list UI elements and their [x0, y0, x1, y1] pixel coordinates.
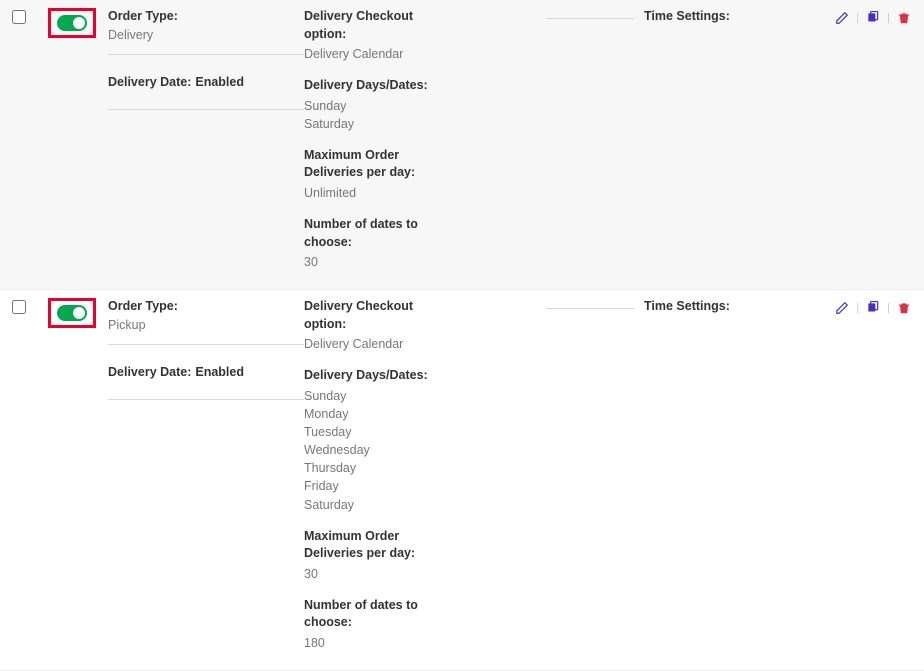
day: Monday	[304, 405, 434, 423]
delete-button[interactable]	[896, 10, 912, 26]
num-dates-value: 30	[304, 253, 434, 271]
delivery-date-label: Delivery Date:	[108, 74, 191, 92]
toggle-highlight-box	[48, 8, 96, 38]
row-select-checkbox[interactable]	[12, 10, 26, 24]
row-toggle-cell	[48, 8, 108, 271]
order-type-cell: Order Type: Delivery Delivery Date: Enab…	[108, 8, 304, 271]
delivery-date-label: Delivery Date:	[108, 364, 191, 382]
checkout-option-value: Delivery Calendar	[304, 335, 434, 353]
max-per-day-label: Maximum Order Deliveries per day:	[304, 528, 434, 563]
delivery-date-status: Enabled	[195, 73, 244, 91]
num-dates-value: 180	[304, 634, 434, 652]
row-toggle-cell	[48, 298, 108, 652]
day: Sunday	[304, 97, 434, 115]
action-separator: |	[887, 300, 890, 316]
schedule-row: Order Type: Pickup Delivery Date: Enable…	[0, 290, 924, 671]
max-per-day-label: Maximum Order Deliveries per day:	[304, 147, 434, 182]
day: Thursday	[304, 459, 434, 477]
time-settings-label: Time Settings:	[644, 8, 730, 26]
num-dates-label: Number of dates to choose:	[304, 216, 434, 251]
copy-icon	[866, 301, 880, 315]
row-select-cell	[12, 8, 48, 271]
divider	[108, 399, 304, 400]
day: Saturday	[304, 496, 434, 514]
schedule-row: Order Type: Delivery Delivery Date: Enab…	[0, 0, 924, 290]
copy-icon	[866, 11, 880, 25]
row-select-checkbox[interactable]	[12, 300, 26, 314]
row-actions: | |	[798, 298, 912, 652]
action-separator: |	[887, 10, 890, 26]
order-type-value: Delivery	[108, 26, 178, 44]
enable-toggle[interactable]	[57, 305, 87, 321]
delivery-days-value: Sunday Monday Tuesday Wednesday Thursday…	[304, 387, 434, 514]
checkout-option-label: Delivery Checkout option:	[304, 298, 434, 333]
order-type-value: Pickup	[108, 316, 178, 334]
row-actions: | |	[798, 8, 912, 271]
action-separator: |	[856, 300, 859, 316]
time-settings-cell: Time Settings:	[546, 298, 798, 652]
pencil-icon	[835, 11, 849, 25]
max-per-day-value: 30	[304, 565, 434, 583]
delivery-days-value: Sunday Saturday	[304, 97, 434, 133]
edit-button[interactable]	[834, 10, 850, 26]
delivery-days-label: Delivery Days/Dates:	[304, 77, 434, 95]
divider-line	[546, 308, 634, 309]
max-per-day-value: Unlimited	[304, 184, 434, 202]
checkout-option-label: Delivery Checkout option:	[304, 8, 434, 43]
duplicate-button[interactable]	[865, 10, 881, 26]
day: Saturday	[304, 115, 434, 133]
order-type-label: Order Type:	[108, 298, 178, 316]
num-dates-label: Number of dates to choose:	[304, 597, 434, 632]
checkout-option-value: Delivery Calendar	[304, 45, 434, 63]
divider	[108, 109, 304, 110]
duplicate-button[interactable]	[865, 300, 881, 316]
row-select-cell	[12, 298, 48, 652]
enable-toggle[interactable]	[57, 15, 87, 31]
divider-line	[546, 18, 634, 19]
delete-button[interactable]	[896, 300, 912, 316]
delivery-days-label: Delivery Days/Dates:	[304, 367, 434, 385]
day: Sunday	[304, 387, 434, 405]
edit-button[interactable]	[834, 300, 850, 316]
day: Tuesday	[304, 423, 434, 441]
day: Friday	[304, 477, 434, 495]
delivery-date-status: Enabled	[195, 363, 244, 381]
delivery-settings-cell: Delivery Checkout option: Delivery Calen…	[304, 298, 546, 652]
trash-icon	[897, 301, 911, 315]
delivery-settings-cell: Delivery Checkout option: Delivery Calen…	[304, 8, 546, 271]
order-type-cell: Order Type: Pickup Delivery Date: Enable…	[108, 298, 304, 652]
trash-icon	[897, 11, 911, 25]
time-settings-label: Time Settings:	[644, 298, 730, 316]
action-separator: |	[856, 10, 859, 26]
day: Wednesday	[304, 441, 434, 459]
order-type-label: Order Type:	[108, 8, 178, 26]
toggle-highlight-box	[48, 298, 96, 328]
pencil-icon	[835, 301, 849, 315]
time-settings-cell: Time Settings:	[546, 8, 798, 271]
